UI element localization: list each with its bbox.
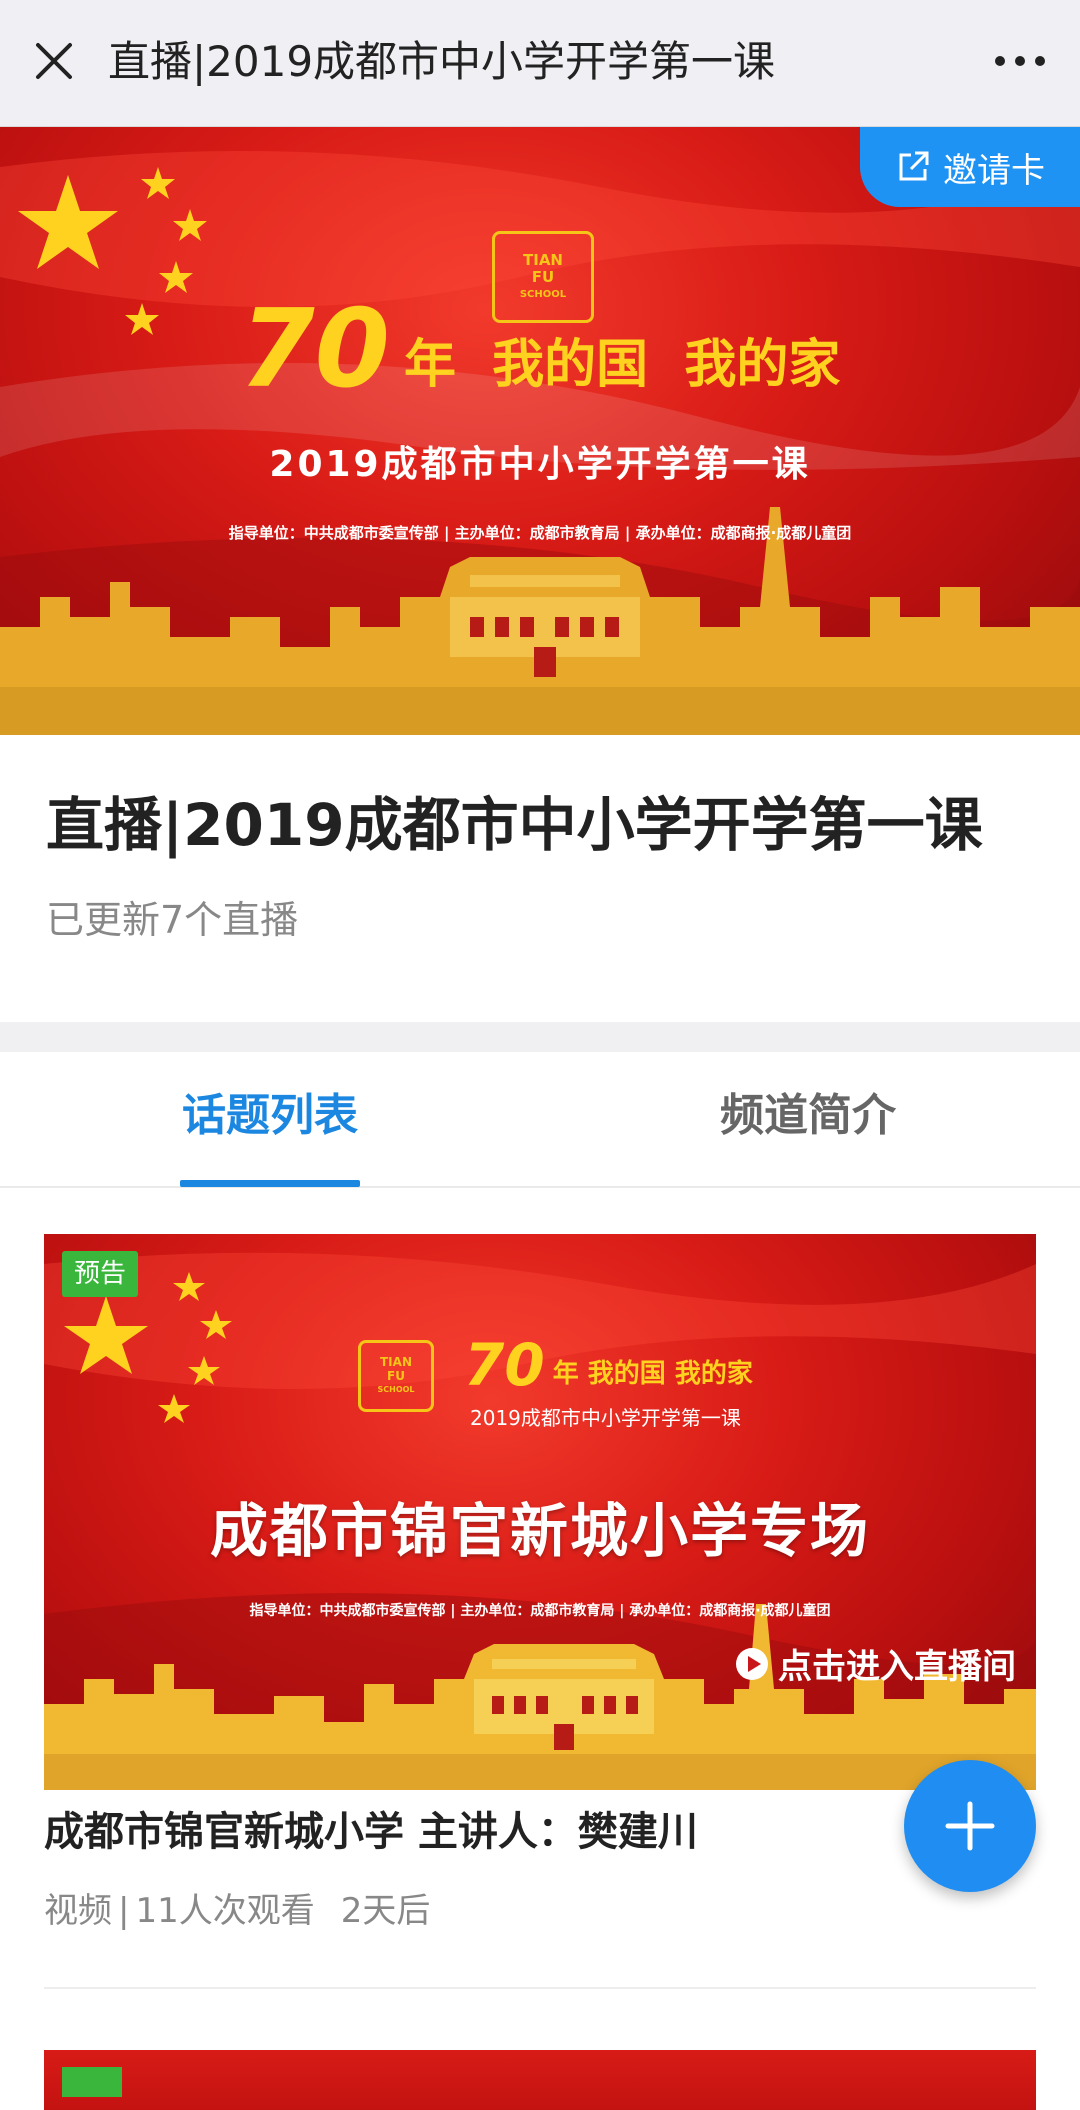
preview-tag: 预告 xyxy=(62,1251,139,1297)
tab-topic-list[interactable]: 话题列表 xyxy=(182,1088,358,1144)
hero-credits: 指导单位：中共成都市委宣传部 | 主办单位：成都市教育局 | 承办单位：成都商报… xyxy=(228,524,852,542)
channel-title: 直播|2019成都市中小学开学第一课 xyxy=(46,791,983,859)
logo-text-line: TIAN xyxy=(523,250,563,269)
topic-start-time: 2天后 xyxy=(340,1891,431,1931)
hero-banner[interactable]: TIAN FU SCHOOL 70 年 我的国 我的家 2019成都市中小学开学… xyxy=(0,127,1080,735)
card-credits: 指导单位：中共成都市委宣传部 | 主办单位：成都市教育局 | 承办单位：成都商报… xyxy=(249,1603,831,1619)
list-divider xyxy=(44,1987,1036,1989)
enter-live-button[interactable]: 点击进入直播间 xyxy=(734,1639,1016,1688)
share-icon xyxy=(899,151,929,181)
section-divider xyxy=(0,1022,1080,1052)
more-icon xyxy=(995,56,1045,66)
topic-view-count: 11人次观看 xyxy=(135,1891,315,1931)
seventy-number: 70 xyxy=(239,287,390,412)
close-icon xyxy=(36,43,72,79)
card-small-slogan: 年 我的国 我的家 xyxy=(552,1359,753,1389)
hero-slogan: 年 我的国 我的家 xyxy=(403,335,841,395)
more-button[interactable] xyxy=(990,33,1050,89)
close-button[interactable] xyxy=(30,33,78,89)
channel-update-count: 已更新7个直播 xyxy=(46,898,299,942)
meta-separator: | xyxy=(118,1891,130,1931)
top-bar: 直播|2019成都市中小学开学第一课 xyxy=(0,0,1080,127)
card-small-subtitle: 2019成都市中小学开学第一课 xyxy=(470,1406,741,1430)
active-tab-indicator xyxy=(180,1180,360,1187)
topic-title[interactable]: 成都市锦官新城小学 主讲人：樊建川 xyxy=(44,1806,698,1858)
next-topic-card-banner[interactable] xyxy=(44,2050,1036,2110)
topic-meta: 视频 | 11人次观看 2天后 xyxy=(44,1888,430,1934)
hero-slogan-row: 70 年 我的国 我的家 xyxy=(0,295,1080,405)
invite-card-label: 邀请卡 xyxy=(943,150,1045,191)
logo-text-line: SCHOOL xyxy=(377,1385,415,1394)
hero-banner-art xyxy=(0,151,1080,735)
tab-bar: 话题列表 频道简介 xyxy=(0,1052,1080,1188)
logo-text-line: TIAN xyxy=(380,1355,412,1369)
invite-card-button[interactable]: 邀请卡 xyxy=(860,127,1080,207)
hero-subtitle: 2019成都市中小学开学第一课 xyxy=(269,444,811,485)
tab-channel-intro[interactable]: 频道简介 xyxy=(720,1088,896,1144)
add-floating-button[interactable] xyxy=(904,1760,1036,1892)
enter-live-label: 点击进入直播间 xyxy=(778,1647,1016,1687)
card-main-title: 成都市锦官新城小学专场 xyxy=(209,1497,870,1565)
play-icon xyxy=(736,1647,768,1680)
topic-card-banner[interactable]: 预告 TIAN FU SCHOOL 70 年 我的国 我的家 2019成都市中小… xyxy=(44,1234,1036,1790)
card-small-slogan-row: 70 年 我的国 我的家 xyxy=(464,1334,753,1396)
tianfu-school-logo-small: TIAN FU SCHOOL xyxy=(358,1340,434,1412)
logo-text-line: FU xyxy=(531,267,555,286)
plus-icon xyxy=(945,1801,995,1851)
next-preview-tag xyxy=(62,2067,122,2097)
logo-text-line: FU xyxy=(387,1369,405,1383)
topic-type: 视频 xyxy=(44,1891,112,1931)
page-title: 直播|2019成都市中小学开学第一课 xyxy=(108,37,776,86)
card-seventy-number: 70 xyxy=(464,1331,545,1399)
